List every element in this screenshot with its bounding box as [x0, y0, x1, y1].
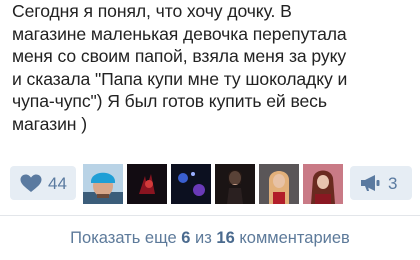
post-text-line: магазин )	[12, 113, 87, 134]
post-text: Сегодня я понял, что хочу дочку. В магаз…	[12, 0, 416, 136]
post-actions: 44 3	[0, 164, 420, 204]
like-button[interactable]: 44	[10, 166, 76, 200]
show-comments-suffix: комментариев	[239, 229, 350, 247]
post-text-line: Сегодня я понял, что хочу дочку. В	[12, 1, 292, 21]
post: Сегодня я понял, что хочу дочку. В магаз…	[0, 0, 420, 260]
post-text-line: чупа-чупс") Я был готов купить ей весь	[12, 91, 327, 112]
share-button[interactable]: 3	[350, 166, 412, 200]
shown-comments-count: 6	[181, 229, 191, 247]
avatar[interactable]	[83, 164, 123, 204]
megaphone-icon	[361, 175, 380, 191]
avatar[interactable]	[259, 164, 299, 204]
post-text-line: и сказала "Папа купи мне ту шоколадку и	[12, 68, 348, 89]
avatar[interactable]	[215, 164, 255, 204]
post-text-line: меня со своим папой, взяла меня за руку	[12, 46, 347, 67]
avatar[interactable]	[127, 164, 167, 204]
avatar[interactable]	[303, 164, 343, 204]
show-more-comments-link[interactable]: Показать еще 6 из 16 комментариев	[0, 216, 420, 260]
heart-icon	[20, 174, 42, 192]
show-comments-middle: из	[195, 229, 212, 247]
show-comments-prefix: Показать еще	[70, 229, 177, 247]
avatar[interactable]	[171, 164, 211, 204]
post-text-line: магазине маленькая девочка перепутала	[12, 23, 347, 44]
total-comments-count: 16	[216, 229, 235, 247]
share-count: 3	[388, 174, 398, 193]
like-count: 44	[48, 174, 67, 193]
